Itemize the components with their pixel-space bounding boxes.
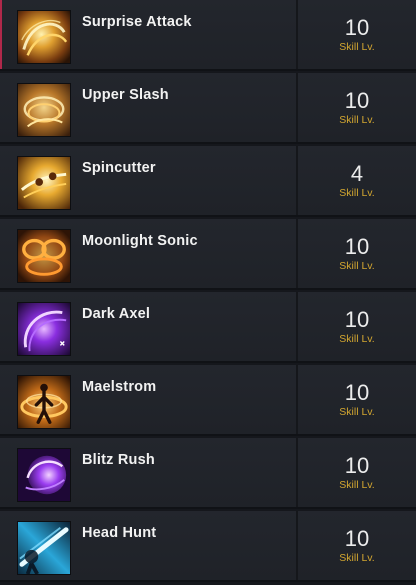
skill-list: Surprise Attack 10 Skill Lv. Upper Slash… [0,0,416,585]
skill-level: 10 [344,234,370,259]
whirlwind-figure-icon [17,375,71,429]
skill-row-maelstrom[interactable]: Maelstrom 10 Skill Lv. [0,365,416,436]
skill-name: Dark Axel [82,306,151,322]
skill-level: 10 [344,88,370,113]
skill-row-spincutter[interactable]: Spincutter 4 Skill Lv. [0,146,416,217]
skill-level: 4 [350,161,364,186]
skill-name: Spincutter [82,160,156,176]
skill-name: Surprise Attack [82,14,192,30]
upward-slash-icon [17,83,71,137]
skill-level-label: Skill Lv. [339,479,375,491]
twin-rings-icon [17,229,71,283]
swirl-blade-icon [17,10,71,64]
piercing-beam-icon [17,521,71,575]
skill-row-dark-axel[interactable]: Dark Axel 10 Skill Lv. [0,292,416,363]
skill-level: 10 [344,307,370,332]
skill-name: Upper Slash [82,87,169,103]
skill-name: Moonlight Sonic [82,233,198,249]
spinning-dash-icon [17,156,71,210]
skill-level: 10 [344,15,370,40]
skill-name: Maelstrom [82,379,157,395]
skill-level-label: Skill Lv. [339,260,375,272]
skill-level-label: Skill Lv. [339,333,375,345]
skill-level-label: Skill Lv. [339,187,375,199]
skill-row-moonlight-sonic[interactable]: Moonlight Sonic 10 Skill Lv. [0,219,416,290]
skill-level-label: Skill Lv. [339,114,375,126]
skill-level: 10 [344,526,370,551]
skill-name: Blitz Rush [82,452,155,468]
skill-level-label: Skill Lv. [339,41,375,53]
skill-level: 10 [344,380,370,405]
skill-row-surprise-attack[interactable]: Surprise Attack 10 Skill Lv. [0,0,416,71]
skill-row-head-hunt[interactable]: Head Hunt 10 Skill Lv. [0,511,416,582]
dark-vortex-icon [17,302,71,356]
purple-orb-icon [17,448,71,502]
skill-row-upper-slash[interactable]: Upper Slash 10 Skill Lv. [0,73,416,144]
skill-row-blitz-rush[interactable]: Blitz Rush 10 Skill Lv. [0,438,416,509]
skill-level-label: Skill Lv. [339,406,375,418]
skill-name: Head Hunt [82,525,157,541]
skill-level: 10 [344,453,370,478]
skill-level-label: Skill Lv. [339,552,375,564]
